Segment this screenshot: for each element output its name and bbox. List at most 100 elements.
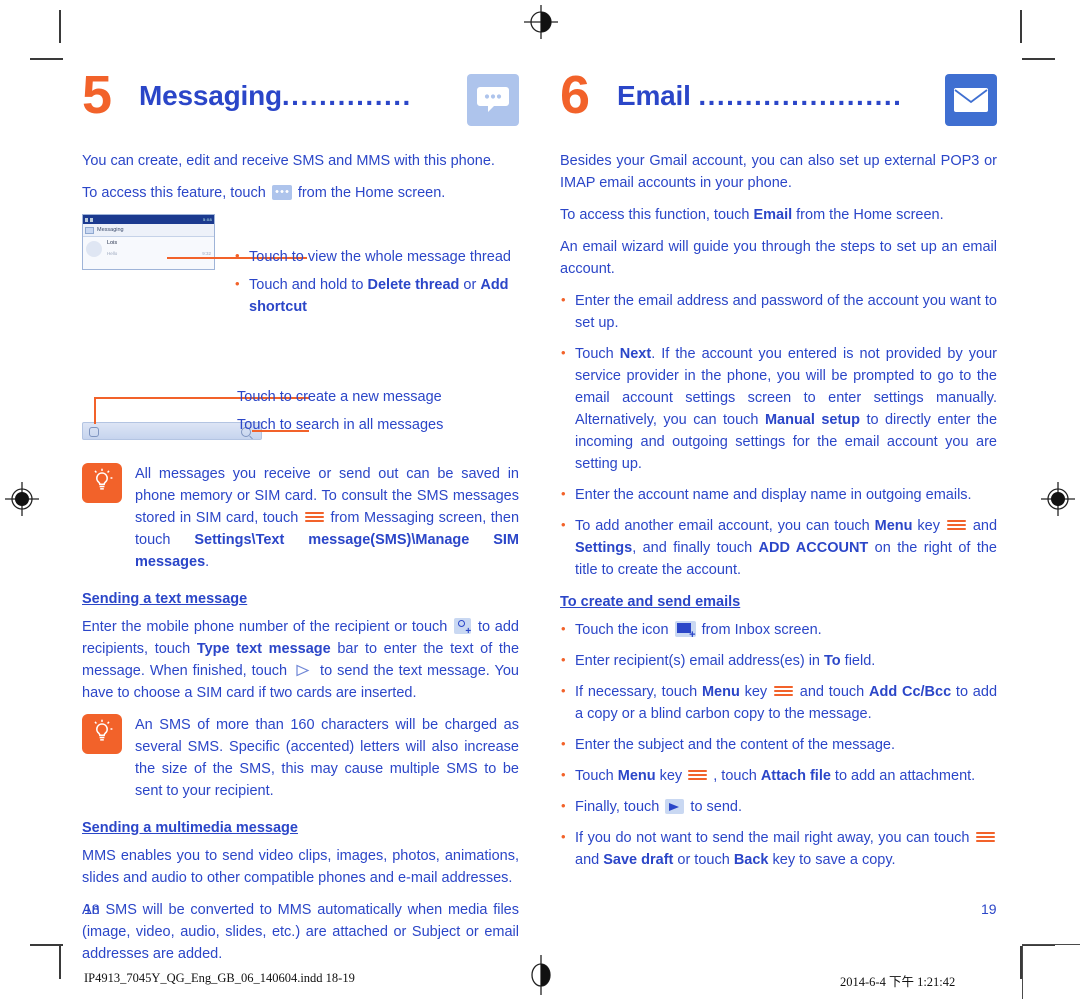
addacct-bold-addaccount: ADD ACCOUNT bbox=[758, 540, 869, 556]
email-intro-p2-a: To access this function, touch bbox=[560, 207, 750, 223]
cc-bold-menu: Menu bbox=[701, 684, 740, 700]
manual-setup-bold: Manual setup bbox=[764, 412, 861, 428]
email-intro-bold: Email bbox=[753, 207, 793, 223]
email-create-bullets: Touch the icon from Inbox screen. Enter … bbox=[560, 618, 997, 871]
addacct-a: To add another email account, you can to… bbox=[575, 518, 875, 534]
addacct-d: , and finally touch bbox=[632, 540, 759, 556]
chapter-header-email: 6 Email ...................... bbox=[560, 68, 997, 136]
draft-bold-back: Back bbox=[733, 852, 769, 868]
bullet-enter-address: Enter the email address and password of … bbox=[560, 289, 997, 334]
message-preview: Hello bbox=[107, 251, 118, 256]
status-left-icons bbox=[85, 217, 93, 222]
draft-c: or touch bbox=[673, 852, 734, 868]
footer-rule-vertical bbox=[1022, 944, 1024, 999]
email-intro-p2: To access this function, touch Email fro… bbox=[560, 204, 997, 226]
screenshot-title-bar: Messaging bbox=[83, 224, 214, 237]
paragraph-mms-2: An SMS will be converted to MMS automati… bbox=[82, 902, 519, 962]
lightbulb-icon bbox=[82, 714, 122, 754]
footer-rule-horizontal bbox=[1022, 944, 1080, 946]
compose-a: Touch the icon bbox=[575, 622, 669, 638]
chapter-title: Email ...................... bbox=[617, 80, 902, 112]
email-setup-bullets: Enter the email address and password of … bbox=[560, 289, 998, 581]
new-message-icon bbox=[89, 427, 99, 437]
message-bubble-icon bbox=[271, 185, 292, 200]
right-page-column: 6 Email ...................... Besides y… bbox=[560, 68, 998, 880]
menu-key-icon bbox=[688, 770, 708, 782]
cc-c: and touch bbox=[799, 684, 869, 700]
callout-search-text: Touch to search in all messages bbox=[237, 417, 444, 433]
leader-line-new-vert bbox=[94, 397, 96, 424]
printed-page-spread: 5 Messaging.............. You can create… bbox=[0, 0, 1080, 999]
email-intro-p3: An email wizard will guide you through t… bbox=[560, 239, 997, 277]
subheading-sending-mms: Sending a multimedia message bbox=[82, 820, 298, 836]
bullet-enter-recipients: Enter recipient(s) email address(es) in … bbox=[560, 649, 997, 672]
tip1-bold: Settings\Text message(SMS)\Manage SIM me… bbox=[135, 532, 520, 570]
email-intro-p2-b: from the Home screen. bbox=[796, 207, 944, 223]
cc-bold-addccbcc: Add Cc/Bcc bbox=[869, 684, 952, 700]
page-number-left: 18 bbox=[84, 901, 100, 917]
bullet-enter-subject: Enter the subject and the content of the… bbox=[560, 733, 997, 756]
add-person-icon bbox=[454, 618, 472, 637]
chapter-title-text: Email bbox=[617, 80, 691, 111]
addacct-c: and bbox=[972, 518, 998, 534]
callout-search: Touch to search in all messages bbox=[237, 414, 517, 436]
messaging-intro-line1: You can create, edit and receive SMS and… bbox=[82, 153, 495, 169]
recip-bold-to: To bbox=[824, 653, 841, 669]
tip-box-sim-messages: All messages you receive or send out can… bbox=[82, 463, 519, 573]
att-c: , touch bbox=[713, 768, 761, 784]
contact-name: Lois bbox=[107, 240, 118, 246]
addacct-bold-menu: Menu bbox=[874, 518, 913, 534]
intro-line2-after: from the Home screen. bbox=[297, 185, 446, 201]
att-bold-menu: Menu bbox=[617, 768, 656, 784]
email-intro-p1: Besides your Gmail account, you can also… bbox=[560, 153, 997, 191]
att-bold-attachfile: Attach file bbox=[760, 768, 831, 784]
chapter-dots: ...................... bbox=[698, 80, 903, 111]
messaging-bottom-bar-screenshot bbox=[82, 422, 262, 440]
crop-mark-tr-v bbox=[1020, 10, 1022, 43]
app-icon bbox=[85, 226, 94, 234]
crop-mark-bl-v bbox=[59, 946, 61, 979]
draft-a: If you do not want to send the mail righ… bbox=[575, 830, 970, 846]
registration-mark-footer bbox=[524, 955, 558, 995]
messaging-screenshot-block: 5:08 Messaging Lois Hello 9:32 Touch to … bbox=[82, 214, 519, 459]
draft-d: key to save a copy. bbox=[768, 852, 896, 868]
paragraph-mms-1: MMS enables you to send video clips, ima… bbox=[82, 848, 519, 886]
lightbulb-icon bbox=[82, 463, 122, 503]
compose-b: from Inbox screen. bbox=[701, 622, 822, 638]
compose-mail-icon bbox=[674, 621, 696, 641]
chapter-number: 6 bbox=[560, 65, 590, 125]
callouts-thread: Touch to view the whole message thread T… bbox=[235, 245, 515, 324]
draft-bold-savedraft: Save draft bbox=[603, 852, 674, 868]
cc-b: key bbox=[739, 684, 768, 700]
next-bold: Next bbox=[619, 346, 652, 362]
crop-mark-bl-h bbox=[30, 944, 63, 946]
footer-filename: IP4913_7045Y_QG_Eng_GB_06_140604.indd 18… bbox=[84, 971, 355, 985]
tip-text-sms-length: An SMS of more than 160 characters will … bbox=[135, 717, 519, 799]
footer-timestamp: 2014-6-4 下午 1:21:42 bbox=[840, 975, 956, 989]
recip-b: field. bbox=[840, 653, 876, 669]
callout-delete-thread: Touch and hold to Delete thread or Add s… bbox=[235, 273, 515, 318]
bullet-add-account: To add another email account, you can to… bbox=[560, 514, 998, 581]
messaging-intro-line2: To access this feature, touch from the H… bbox=[82, 182, 519, 204]
paragraph-sending-text: Enter the mobile phone number of the rec… bbox=[82, 616, 519, 704]
send-a: Finally, touch bbox=[575, 799, 660, 815]
send-arrow-icon bbox=[294, 663, 313, 678]
bullet-attach-file: Touch Menu key , touch Attach file to ad… bbox=[560, 764, 997, 787]
crop-mark-tl-h bbox=[30, 58, 63, 60]
crop-mark-tl-v bbox=[59, 10, 61, 43]
registration-mark-top bbox=[524, 5, 558, 39]
chapter-dots: .............. bbox=[281, 80, 412, 111]
bullet-finally-send: Finally, touch to send. bbox=[560, 795, 997, 818]
bullet-add-cc-bcc: If necessary, touch Menu key and touch A… bbox=[560, 680, 997, 725]
avatar bbox=[86, 241, 102, 257]
att-a: Touch bbox=[575, 768, 618, 784]
chapter-title-text: Messaging bbox=[139, 80, 282, 111]
att-d: to add an attachment. bbox=[830, 768, 976, 784]
bullet-account-name: Enter the account name and display name … bbox=[560, 483, 997, 506]
send-b: to send. bbox=[690, 799, 743, 815]
draft-b: and bbox=[575, 852, 604, 868]
send-arrow-icon bbox=[665, 799, 685, 814]
chapter-title: Messaging.............. bbox=[139, 80, 412, 112]
addacct-b: key bbox=[912, 518, 940, 534]
bullet-touch-next: Touch Next. If the account you entered i… bbox=[560, 342, 997, 475]
